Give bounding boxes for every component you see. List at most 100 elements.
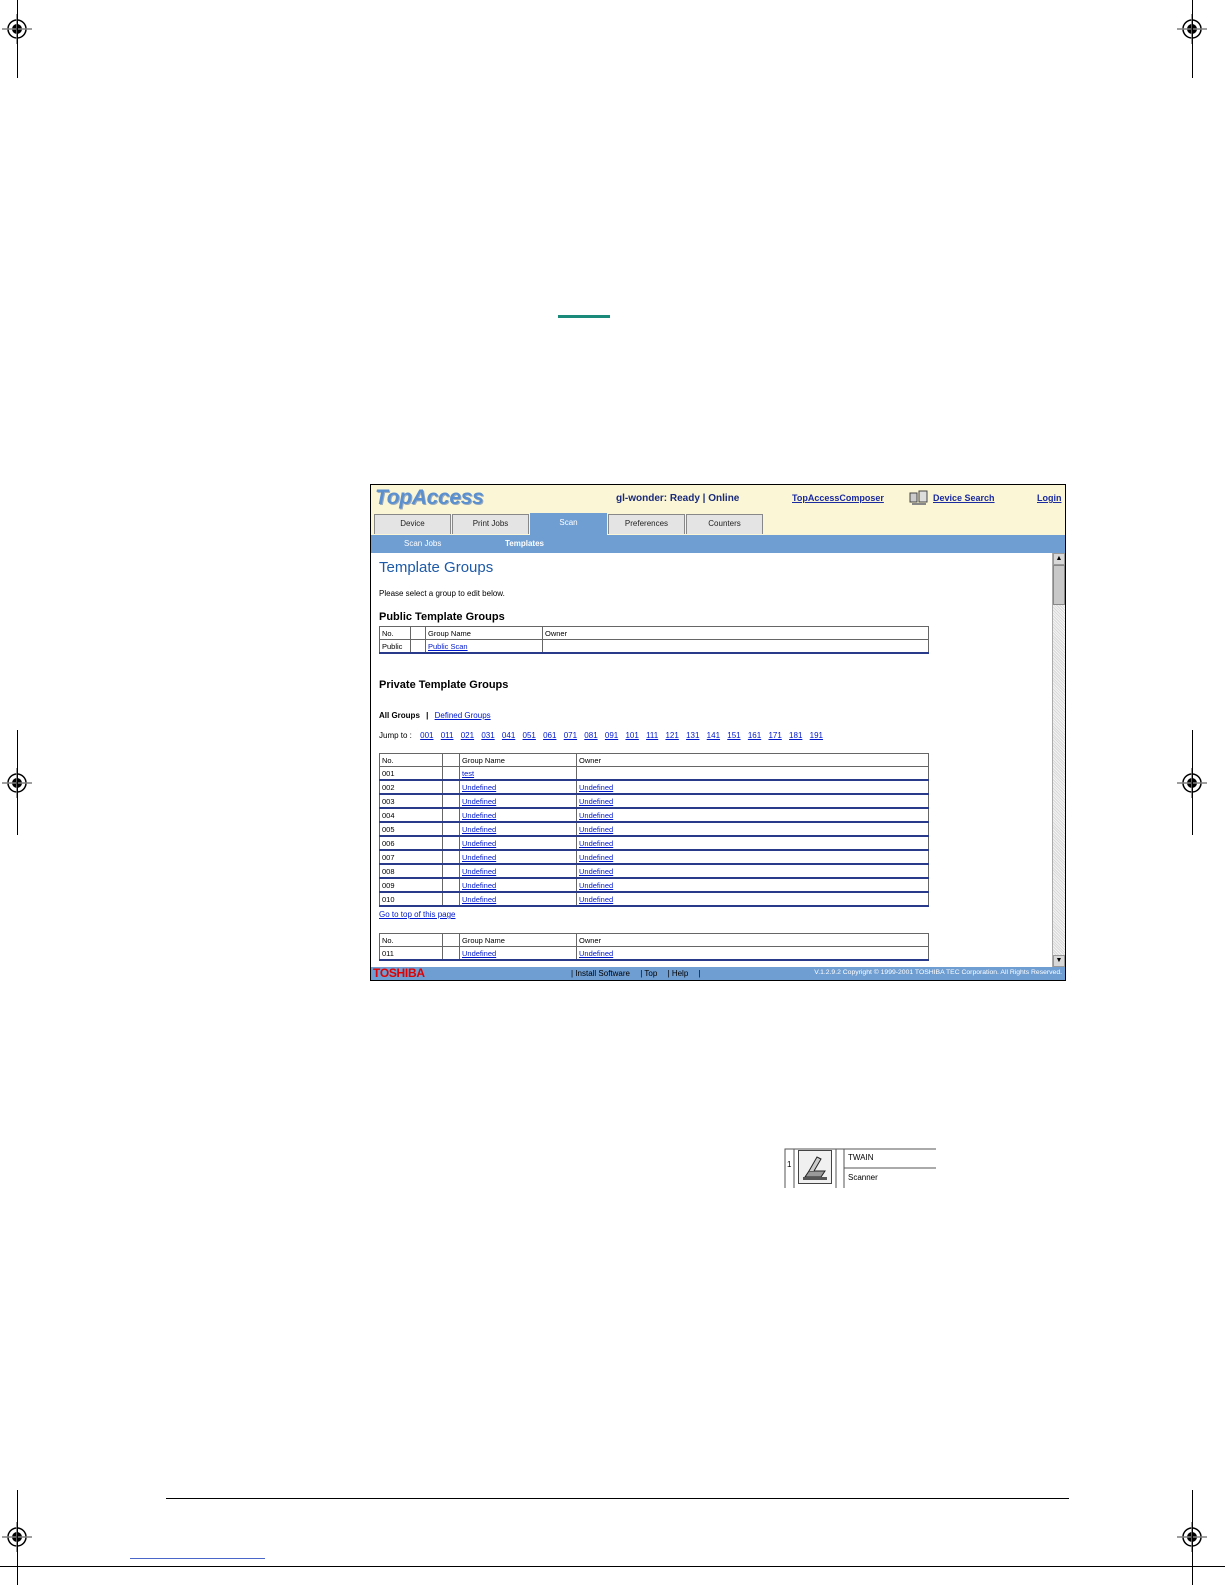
col-header-group-name: Group Name (459, 753, 577, 767)
cell-group-name[interactable]: Undefined (459, 849, 577, 865)
scroll-thumb[interactable] (1053, 565, 1065, 605)
device-search-link[interactable]: Device Search (933, 493, 995, 503)
cell-owner[interactable]: Undefined (576, 849, 929, 865)
tab-counters[interactable]: Counters (686, 514, 763, 534)
jump-link[interactable]: 111 (646, 731, 658, 740)
owner-link[interactable]: Undefined (579, 895, 613, 904)
filter-separator: | (426, 711, 429, 720)
group-link[interactable]: Public Scan (428, 642, 468, 651)
jump-link[interactable]: 141 (707, 731, 720, 740)
cell-owner[interactable]: Undefined (576, 821, 929, 837)
jump-link[interactable]: 151 (727, 731, 740, 740)
crop-line (17, 1490, 18, 1585)
cell-owner[interactable]: Undefined (576, 946, 929, 961)
jump-link[interactable]: 051 (523, 731, 536, 740)
cell-blank (442, 877, 460, 893)
jump-link[interactable]: 131 (686, 731, 699, 740)
private-groups-table: No. Group Name Owner 001 test 002 Undefined… (379, 753, 929, 907)
table-row: Public Public Scan (379, 639, 929, 654)
cell-no: 006 (379, 835, 443, 851)
group-link[interactable]: Undefined (462, 797, 496, 806)
cell-owner[interactable]: Undefined (576, 835, 929, 851)
group-link[interactable]: Undefined (462, 867, 496, 876)
cell-group-name[interactable]: Undefined (459, 877, 577, 893)
tab-print-jobs[interactable]: Print Jobs (452, 514, 529, 534)
cell-blank (442, 835, 460, 851)
owner-link[interactable]: Undefined (579, 853, 613, 862)
group-link[interactable]: Undefined (462, 881, 496, 890)
tab-device[interactable]: Device (374, 514, 451, 534)
topaccess-composer-link[interactable]: TopAccessComposer (792, 493, 884, 503)
scroll-down-icon[interactable]: ▼ (1053, 955, 1065, 967)
owner-link[interactable]: Undefined (579, 811, 613, 820)
owner-link[interactable]: Undefined (579, 825, 613, 834)
scroll-up-icon[interactable]: ▲ (1053, 553, 1065, 565)
cell-group-name[interactable]: Undefined (459, 821, 577, 837)
tab-preferences[interactable]: Preferences (608, 514, 685, 534)
jump-link[interactable]: 101 (625, 731, 638, 740)
owner-link[interactable]: Undefined (579, 949, 613, 958)
tab-scan[interactable]: Scan (530, 513, 607, 535)
group-link[interactable]: Undefined (462, 853, 496, 862)
cell-group-name[interactable]: Undefined (459, 891, 577, 907)
cell-owner[interactable]: Undefined (576, 863, 929, 879)
jump-link[interactable]: 181 (789, 731, 802, 740)
twain-number: 1 (787, 1160, 792, 1169)
table-row: 009 Undefined Undefined (379, 877, 929, 893)
login-link[interactable]: Login (1037, 493, 1062, 503)
cell-group-name[interactable]: Undefined (459, 793, 577, 809)
install-software-link[interactable]: | Install Software (571, 969, 630, 978)
group-link[interactable]: Undefined (462, 839, 496, 848)
jump-link[interactable]: 091 (605, 731, 618, 740)
jump-link[interactable]: 191 (810, 731, 823, 740)
cell-group-name[interactable]: test (459, 766, 577, 781)
cell-group-name[interactable]: Undefined (459, 807, 577, 823)
subnav-scan-jobs[interactable]: Scan Jobs (404, 539, 441, 548)
jump-link[interactable]: 031 (481, 731, 494, 740)
cell-owner[interactable]: Undefined (576, 877, 929, 893)
jump-link[interactable]: 021 (461, 731, 474, 740)
scanner-label: Scanner (848, 1173, 878, 1182)
cell-group-name[interactable]: Undefined (459, 863, 577, 879)
jump-link[interactable]: 071 (564, 731, 577, 740)
jump-link[interactable]: 061 (543, 731, 556, 740)
device-status: gl-wonder: Ready | Online (616, 493, 740, 504)
subnav-templates[interactable]: Templates (505, 539, 544, 548)
group-link[interactable]: Undefined (462, 949, 496, 958)
top-link[interactable]: | Top (640, 969, 657, 978)
jump-link[interactable]: 041 (502, 731, 515, 740)
group-link[interactable]: Undefined (462, 783, 496, 792)
owner-link[interactable]: Undefined (579, 797, 613, 806)
go-to-top-link[interactable]: Go to top of this page (379, 910, 456, 919)
cell-group-name[interactable]: Undefined (459, 779, 577, 795)
cell-owner[interactable]: Undefined (576, 779, 929, 795)
device-search-icon[interactable] (909, 490, 929, 506)
vertical-scrollbar[interactable]: ▲ ▼ (1052, 553, 1065, 967)
help-link[interactable]: | Help (668, 969, 689, 978)
group-link[interactable]: Undefined (462, 895, 496, 904)
owner-link[interactable]: Undefined (579, 839, 613, 848)
table-row: 001 test (379, 766, 929, 781)
jump-link[interactable]: 001 (420, 731, 433, 740)
jump-link[interactable]: 081 (584, 731, 597, 740)
cell-group-name[interactable]: Public Scan (425, 639, 543, 654)
cell-blank (410, 639, 426, 654)
cell-group-name[interactable]: Undefined (459, 835, 577, 851)
jump-link[interactable]: 171 (768, 731, 781, 740)
group-link[interactable]: test (462, 769, 474, 778)
jump-link[interactable]: 121 (665, 731, 678, 740)
jump-link[interactable]: 011 (441, 731, 454, 740)
filter-all-groups[interactable]: All Groups (379, 711, 420, 720)
filter-defined-groups[interactable]: Defined Groups (435, 711, 491, 720)
group-link[interactable]: Undefined (462, 825, 496, 834)
owner-link[interactable]: Undefined (579, 783, 613, 792)
owner-link[interactable]: Undefined (579, 881, 613, 890)
jump-link[interactable]: 161 (748, 731, 761, 740)
cell-group-name[interactable]: Undefined (459, 946, 577, 961)
group-link[interactable]: Undefined (462, 811, 496, 820)
cell-owner[interactable]: Undefined (576, 793, 929, 809)
owner-link[interactable]: Undefined (579, 867, 613, 876)
cell-owner[interactable]: Undefined (576, 891, 929, 907)
cell-blank (442, 863, 460, 879)
cell-owner[interactable]: Undefined (576, 807, 929, 823)
